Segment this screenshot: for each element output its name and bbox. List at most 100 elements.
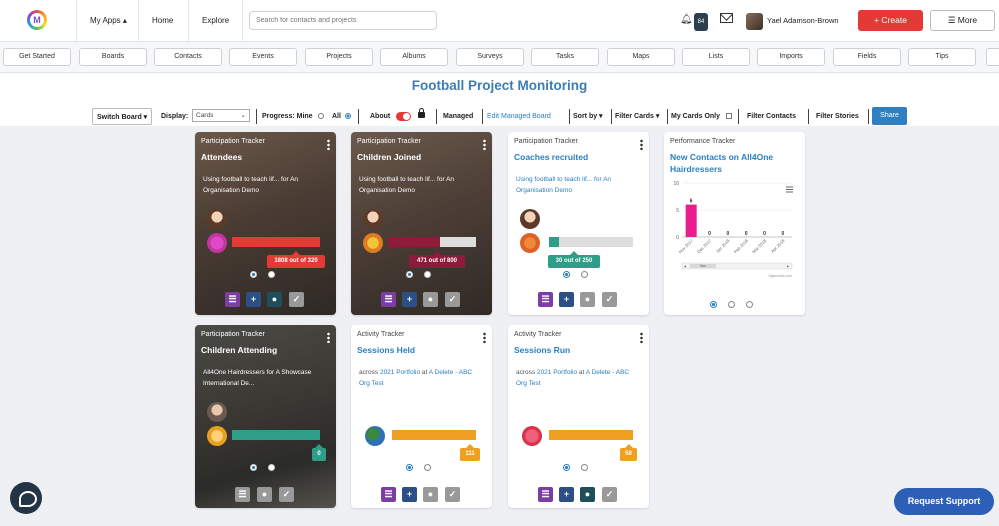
progress-all-radio[interactable] [345, 108, 351, 125]
portfolio-link[interactable]: 2021 Portfolio [537, 369, 577, 376]
card-title[interactable]: Sessions Held [357, 344, 482, 356]
lightbulb-icon[interactable]: ● [580, 487, 595, 502]
add-icon[interactable]: + [402, 487, 417, 502]
checkbox-icon[interactable]: ✓ [289, 292, 304, 307]
edit-managed-board-link[interactable]: Edit Managed Board [487, 108, 551, 125]
carousel-dot-1[interactable] [563, 464, 570, 471]
carousel-dot-2[interactable] [424, 271, 431, 278]
comment-icon[interactable]: ☰ [225, 292, 240, 307]
tab-events[interactable]: Events [229, 48, 297, 66]
my-apps-menu[interactable]: My Apps ▴ [76, 0, 140, 42]
progress-mine-radio[interactable] [318, 108, 324, 125]
card-menu-icon[interactable] [640, 332, 643, 343]
user-name[interactable]: Yael Adamson-Brown [767, 16, 839, 25]
comment-icon[interactable]: ☰ [235, 487, 250, 502]
app-logo[interactable] [27, 10, 47, 30]
carousel-dot-2[interactable] [581, 271, 588, 278]
card-new-contacts[interactable]: Performance Tracker New Contacts on All4… [664, 132, 805, 315]
request-support-button[interactable]: Request Support [894, 488, 994, 515]
add-icon[interactable]: + [246, 292, 261, 307]
lock-icon[interactable] [418, 108, 425, 118]
contact-avatar[interactable] [207, 209, 227, 229]
more-button[interactable]: ☰ More [930, 10, 995, 31]
add-icon[interactable]: + [559, 487, 574, 502]
contact-avatar[interactable] [363, 209, 383, 229]
tab-boards[interactable]: Boards [79, 48, 147, 66]
checkbox-icon[interactable]: ✓ [445, 292, 460, 307]
checkbox-icon[interactable]: ✓ [445, 487, 460, 502]
carousel-dot-1[interactable] [406, 464, 413, 471]
project-link[interactable]: Using football to teach lif... for [516, 176, 603, 183]
comment-icon[interactable]: ☰ [538, 487, 553, 502]
lightbulb-icon[interactable]: ● [580, 292, 595, 307]
carousel-dot-3[interactable] [746, 301, 753, 308]
card-title[interactable]: Children Joined [357, 151, 482, 163]
globe-icon[interactable] [365, 426, 385, 446]
carousel-dot-1[interactable] [710, 301, 717, 308]
contact-avatar[interactable] [363, 233, 383, 253]
bell-icon[interactable]: 🔔︎ [680, 14, 693, 25]
add-icon[interactable]: + [402, 292, 417, 307]
card-children-joined[interactable]: Participation Tracker Children Joined Us… [351, 132, 492, 315]
tab-surveys[interactable]: Surveys [456, 48, 524, 66]
carousel-dot-2[interactable] [424, 464, 431, 471]
contact-avatar[interactable] [520, 233, 540, 253]
card-menu-icon[interactable] [327, 332, 330, 343]
card-title[interactable]: Sessions Run [514, 344, 639, 356]
tab-fields[interactable]: Fields [833, 48, 901, 66]
card-title[interactable]: Coaches recruited [514, 151, 639, 163]
checkbox-icon[interactable]: ✓ [279, 487, 294, 502]
card-coaches-recruited[interactable]: Participation Tracker Coaches recruited … [508, 132, 649, 315]
filter-contacts-button[interactable]: Filter Contacts [747, 108, 796, 125]
home-link[interactable]: Home [138, 0, 186, 42]
carousel-dot-2[interactable] [581, 464, 588, 471]
contact-avatar[interactable] [207, 402, 227, 422]
notification-count-badge[interactable]: 84 [694, 13, 708, 31]
carousel-dot-1[interactable] [250, 271, 257, 278]
filter-cards-dropdown[interactable]: Filter Cards ▾ [615, 108, 659, 125]
tab-tasks[interactable]: Tasks [531, 48, 599, 66]
lightbulb-icon[interactable]: ● [423, 292, 438, 307]
checkbox-icon[interactable]: ✓ [602, 292, 617, 307]
carousel-dot-2[interactable] [268, 271, 275, 278]
contact-avatar[interactable] [520, 209, 540, 229]
card-title[interactable]: Children Attending [201, 344, 326, 356]
about-toggle[interactable] [396, 112, 411, 121]
carousel-dot-2[interactable] [728, 301, 735, 308]
tab-projects[interactable]: Projects [305, 48, 373, 66]
comment-icon[interactable]: ☰ [538, 292, 553, 307]
bar-chart[interactable]: 05106Nov 20170Dec 20170Jan 20180Feb 2018… [670, 177, 799, 292]
comment-icon[interactable]: ☰ [381, 487, 396, 502]
card-sessions-run[interactable]: Activity Tracker Sessions Run across 202… [508, 325, 649, 508]
tab-contacts[interactable]: Contacts [154, 48, 222, 66]
card-menu-icon[interactable] [483, 332, 486, 343]
carousel-dot-1[interactable] [563, 271, 570, 278]
card-menu-icon[interactable] [327, 139, 330, 150]
card-title[interactable]: New Contacts on All4One Hairdressers [670, 151, 795, 175]
lightbulb-icon[interactable]: ● [423, 487, 438, 502]
switch-board-button[interactable]: Switch Board ▾ [92, 108, 153, 125]
carousel-dot-2[interactable] [268, 464, 275, 471]
card-menu-icon[interactable] [640, 139, 643, 150]
search-input[interactable] [249, 11, 437, 30]
user-avatar[interactable] [746, 13, 763, 30]
card-attendees[interactable]: Participation Tracker Attendees Using fo… [195, 132, 336, 315]
carousel-dot-1[interactable] [406, 271, 413, 278]
tab-lists[interactable]: Lists [682, 48, 750, 66]
carousel-dot-1[interactable] [250, 464, 257, 471]
contact-avatar[interactable] [207, 233, 227, 253]
sort-by-dropdown[interactable]: Sort by ▾ [573, 108, 603, 125]
tab-imports[interactable]: Imports [757, 48, 825, 66]
tab-get-started[interactable]: Get Started [3, 48, 71, 66]
portfolio-link[interactable]: 2021 Portfolio [380, 369, 420, 376]
card-title[interactable]: Attendees [201, 151, 326, 163]
my-cards-only-checkbox[interactable] [726, 108, 732, 125]
lightbulb-icon[interactable]: ● [267, 292, 282, 307]
comment-icon[interactable]: ☰ [381, 292, 396, 307]
contact-avatar[interactable] [522, 426, 542, 446]
chat-widget-button[interactable] [10, 482, 42, 514]
tab-tips[interactable]: Tips [908, 48, 976, 66]
create-button[interactable]: + Create [858, 10, 923, 31]
checkbox-icon[interactable]: ✓ [602, 487, 617, 502]
display-select[interactable]: Cards ⌄ [192, 109, 250, 122]
